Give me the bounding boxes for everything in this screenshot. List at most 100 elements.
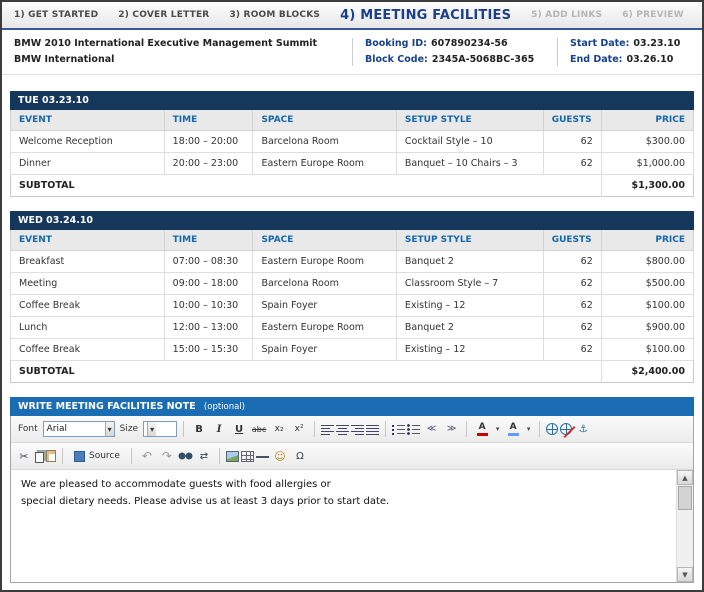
text-color-dropdown-icon[interactable]: ▾ bbox=[493, 421, 502, 438]
editor-toolbar-row-2: ✂ Source ↶↷ ⇄ ☺Ω bbox=[11, 443, 693, 470]
cell: 10:00 – 10:30 bbox=[164, 295, 253, 317]
cell: $800.00 bbox=[601, 251, 693, 273]
bulleted-list-icon[interactable] bbox=[407, 424, 420, 435]
nav-step-3[interactable]: 3) ROOM BLOCKS bbox=[229, 10, 320, 20]
subscript-icon[interactable]: x₂ bbox=[270, 421, 288, 438]
divider bbox=[557, 38, 558, 66]
copy-icon[interactable] bbox=[35, 452, 44, 463]
smiley-icon[interactable]: ☺ bbox=[271, 448, 289, 465]
note-text-line: special dietary needs. Please advise us … bbox=[21, 493, 666, 510]
subtotal-row: SUBTOTAL$1,300.00 bbox=[11, 175, 694, 197]
numbered-list-icon[interactable] bbox=[392, 424, 405, 435]
align-left-icon[interactable] bbox=[321, 424, 334, 435]
cell: Barcelona Room bbox=[253, 131, 396, 153]
scroll-up-button[interactable]: ▲ bbox=[677, 470, 693, 485]
align-justify-icon[interactable] bbox=[366, 424, 379, 435]
align-center-icon[interactable] bbox=[336, 424, 349, 435]
column-header: TIME bbox=[164, 230, 253, 251]
source-button[interactable]: Source bbox=[69, 450, 125, 463]
cell: Existing – 12 bbox=[396, 339, 543, 361]
note-editor[interactable]: We are pleased to accommodate guests wit… bbox=[11, 470, 676, 582]
cell: $500.00 bbox=[601, 273, 693, 295]
editor-scrollbar[interactable]: ▲ ▼ bbox=[676, 470, 693, 582]
text-color-icon[interactable]: A bbox=[473, 421, 491, 438]
table-row: Dinner20:00 – 23:00Eastern Europe RoomBa… bbox=[11, 153, 694, 175]
booking-id-label: Booking ID: bbox=[365, 38, 427, 49]
nav-step-4[interactable]: 4) MEETING FACILITIES bbox=[340, 8, 511, 23]
bold-icon[interactable]: B bbox=[190, 421, 208, 438]
table-row: Meeting09:00 – 18:00Barcelona RoomClassr… bbox=[11, 273, 694, 295]
subtotal-label: SUBTOTAL bbox=[11, 361, 602, 383]
cell: $100.00 bbox=[601, 339, 693, 361]
scrollbar-thumb[interactable] bbox=[678, 486, 692, 510]
cell: 07:00 – 08:30 bbox=[164, 251, 253, 273]
toolbar-separator bbox=[314, 421, 315, 437]
cell: Classroom Style – 7 bbox=[396, 273, 543, 295]
unlink-icon[interactable] bbox=[560, 423, 572, 435]
column-header: SPACE bbox=[253, 110, 396, 131]
underline-icon[interactable]: U bbox=[230, 421, 248, 438]
column-header: SETUP STYLE bbox=[396, 110, 543, 131]
font-label: Font bbox=[18, 424, 38, 434]
font-select[interactable]: Arial bbox=[43, 421, 115, 437]
scroll-down-button[interactable]: ▼ bbox=[677, 567, 693, 582]
nav-step-1[interactable]: 1) GET STARTED bbox=[14, 10, 98, 20]
link-icon[interactable] bbox=[546, 423, 558, 435]
horizontal-rule-icon[interactable] bbox=[256, 451, 269, 462]
cell: Spain Foyer bbox=[253, 339, 396, 361]
cell: Welcome Reception bbox=[11, 131, 165, 153]
column-header: PRICE bbox=[601, 230, 693, 251]
subtotal-value: $2,400.00 bbox=[601, 361, 693, 383]
paste-icon[interactable] bbox=[46, 450, 56, 462]
toolbar-separator bbox=[219, 448, 220, 464]
redo-icon[interactable]: ↷ bbox=[158, 448, 176, 465]
cell: $100.00 bbox=[601, 295, 693, 317]
column-header: GUESTS bbox=[543, 230, 601, 251]
day-tables: TUE 03.23.10EVENTTIMESPACESETUP STYLEGUE… bbox=[2, 75, 702, 383]
start-date-value: 03.23.10 bbox=[633, 38, 680, 49]
special-char-icon[interactable]: Ω bbox=[291, 448, 309, 465]
toolbar-separator bbox=[131, 448, 132, 464]
strikethrough-icon[interactable]: abc bbox=[250, 421, 268, 438]
nav-step-2[interactable]: 2) COVER LETTER bbox=[118, 10, 209, 20]
background-color-dropdown-icon[interactable]: ▾ bbox=[524, 421, 533, 438]
cell: 18:00 – 20:00 bbox=[164, 131, 253, 153]
note-header: WRITE MEETING FACILITIES NOTE (optional) bbox=[10, 397, 694, 416]
cut-icon[interactable]: ✂ bbox=[15, 448, 33, 465]
day-table: TUE 03.23.10EVENTTIMESPACESETUP STYLEGUE… bbox=[10, 91, 694, 197]
cell: Banquet 2 bbox=[396, 251, 543, 273]
image-icon[interactable] bbox=[226, 451, 239, 462]
italic-icon[interactable]: I bbox=[210, 421, 228, 438]
find-icon[interactable] bbox=[178, 451, 193, 461]
scrollbar-track[interactable] bbox=[677, 511, 693, 567]
booking-subtitle: BMW International bbox=[14, 52, 340, 68]
decrease-indent-icon[interactable]: ≪ bbox=[422, 421, 440, 438]
booking-dates: Start Date:03.23.10 End Date:03.26.10 bbox=[570, 36, 690, 68]
note-section: WRITE MEETING FACILITIES NOTE (optional)… bbox=[10, 397, 694, 583]
wizard-footer: < PREV NEXT > bbox=[2, 583, 702, 592]
undo-icon[interactable]: ↶ bbox=[138, 448, 156, 465]
booking-summary-bar: BMW 2010 International Executive Managem… bbox=[2, 30, 702, 75]
increase-indent-icon[interactable]: ≫ bbox=[442, 421, 460, 438]
cell: Barcelona Room bbox=[253, 273, 396, 295]
cell: Cocktail Style – 10 bbox=[396, 131, 543, 153]
note-header-optional: (optional) bbox=[204, 402, 245, 412]
column-header: TIME bbox=[164, 110, 253, 131]
align-right-icon[interactable] bbox=[351, 424, 364, 435]
cell: $1,000.00 bbox=[601, 153, 693, 175]
cell: 12:00 – 13:00 bbox=[164, 317, 253, 339]
subtotal-value: $1,300.00 bbox=[601, 175, 693, 197]
superscript-icon[interactable]: x² bbox=[290, 421, 308, 438]
size-select[interactable] bbox=[143, 421, 177, 437]
day-header: WED 03.24.10 bbox=[10, 211, 694, 230]
replace-icon[interactable]: ⇄ bbox=[195, 448, 213, 465]
anchor-icon[interactable]: ⚓ bbox=[574, 421, 592, 438]
nav-step-6: 6) PREVIEW bbox=[622, 10, 684, 20]
column-header: EVENT bbox=[11, 230, 165, 251]
note-text-line: We are pleased to accommodate guests wit… bbox=[21, 476, 666, 493]
column-header: SPACE bbox=[253, 230, 396, 251]
background-color-icon[interactable]: A bbox=[504, 421, 522, 438]
table-icon[interactable] bbox=[241, 451, 254, 462]
booking-ids: Booking ID:607890234-56 Block Code:2345A… bbox=[365, 36, 545, 68]
cell: 62 bbox=[543, 317, 601, 339]
